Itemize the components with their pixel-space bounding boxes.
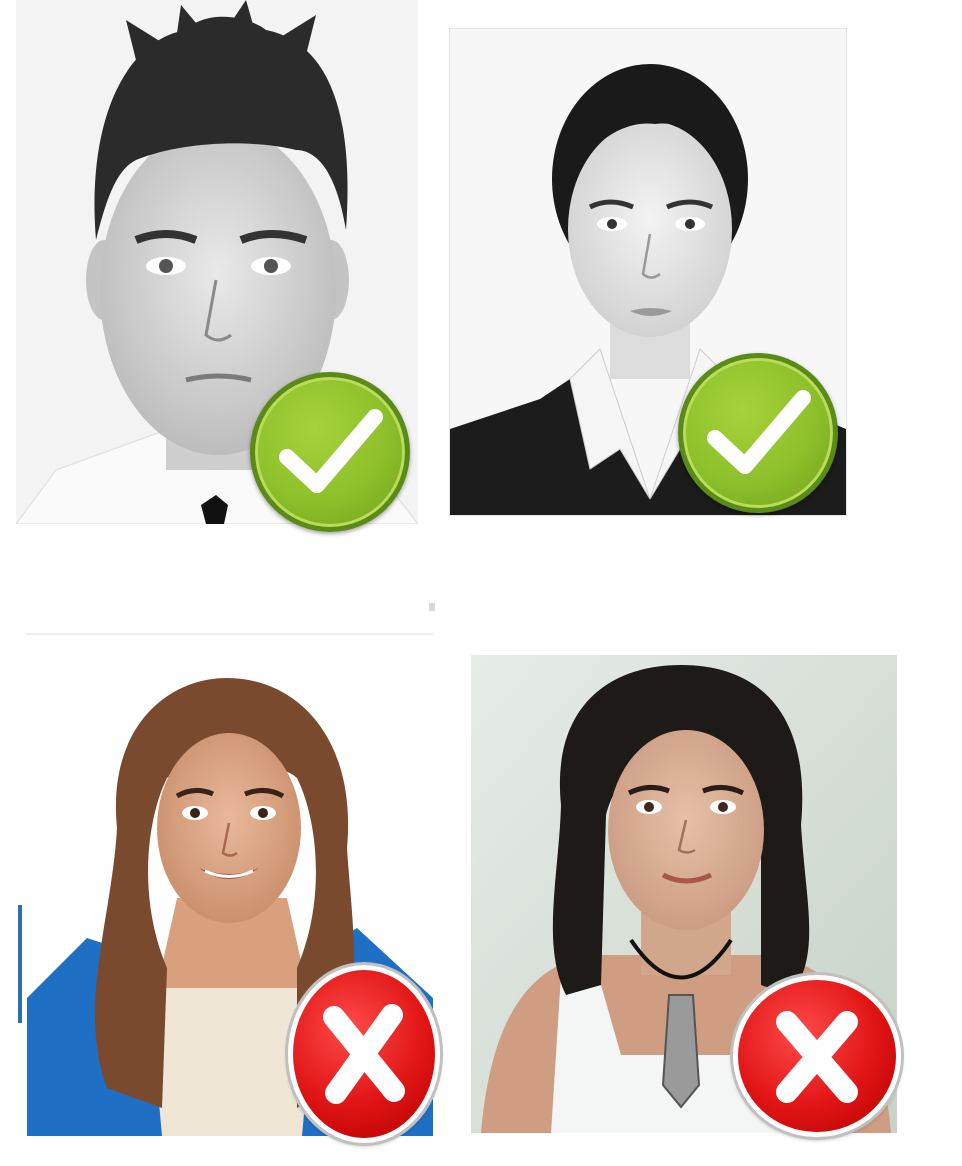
- checkmark-icon: [678, 353, 838, 513]
- cross-icon: [288, 965, 440, 1143]
- checkmark-icon: [250, 372, 410, 532]
- photo-edge: [18, 905, 22, 1023]
- cross-icon: [733, 975, 901, 1137]
- divider-mark: [429, 603, 435, 611]
- divider-line: [26, 633, 433, 635]
